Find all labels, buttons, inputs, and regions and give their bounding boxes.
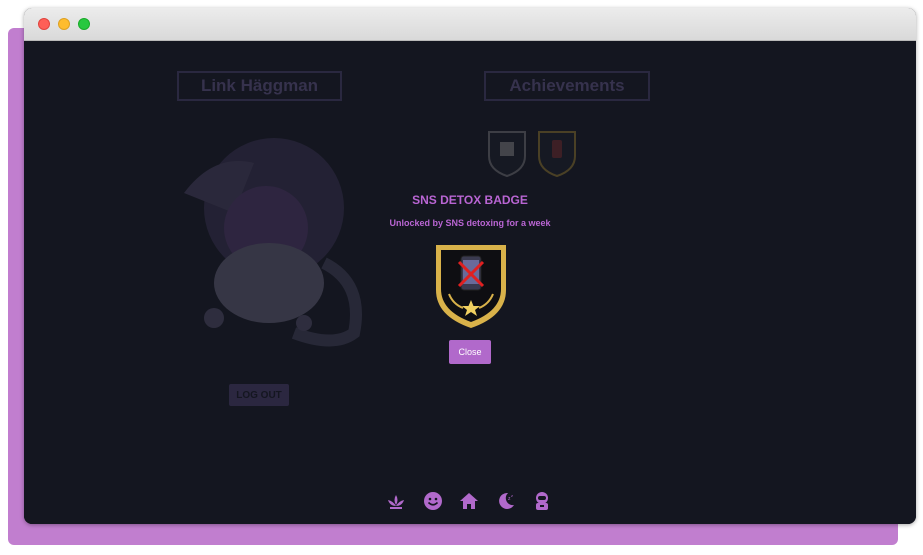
- nav-item-astronaut[interactable]: [530, 489, 554, 513]
- astronaut-icon: [536, 492, 548, 510]
- nav-item-lotus[interactable]: [384, 489, 408, 513]
- nav-item-home[interactable]: [457, 489, 481, 513]
- lotus-icon: [388, 495, 404, 509]
- badge-icon-2[interactable]: [535, 128, 579, 178]
- close-window-button[interactable]: [38, 18, 50, 30]
- modal-title: SNS DETOX BADGE: [412, 193, 528, 207]
- smile-icon: [423, 492, 442, 510]
- logout-button[interactable]: LOG OUT: [229, 384, 289, 406]
- moon-icon: z z: [498, 492, 514, 509]
- minimize-window-button[interactable]: [58, 18, 70, 30]
- title-bar: [24, 8, 916, 41]
- sns-detox-badge-icon: [436, 245, 506, 328]
- achievements-title: Achievements: [484, 71, 650, 101]
- modal-subtitle: Unlocked by SNS detoxing for a week: [389, 218, 551, 228]
- home-icon: [460, 493, 478, 509]
- maximize-window-button[interactable]: [78, 18, 90, 30]
- astronaut-cat-illustration: [184, 138, 362, 347]
- svg-text:z: z: [511, 493, 513, 498]
- app-screen: Link Häggman Achievements LOG OUT SNS DE…: [24, 41, 916, 524]
- profile-name: Link Häggman: [177, 71, 342, 101]
- badge-icon-1[interactable]: [485, 128, 529, 178]
- bottom-nav: z z: [384, 489, 554, 515]
- app-window: Link Häggman Achievements LOG OUT SNS DE…: [24, 8, 916, 524]
- nav-item-smile[interactable]: [421, 489, 445, 513]
- nav-item-moon[interactable]: z z: [494, 489, 518, 513]
- close-button[interactable]: Close: [449, 340, 491, 364]
